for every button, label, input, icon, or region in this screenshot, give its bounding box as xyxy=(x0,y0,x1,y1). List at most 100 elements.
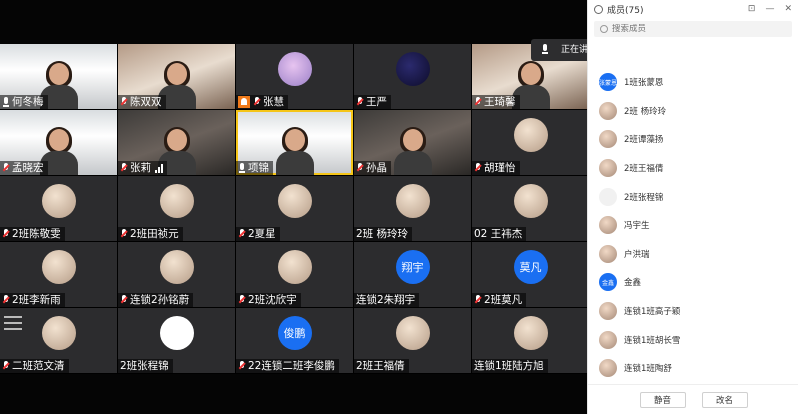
members-icon xyxy=(594,4,603,14)
participant-tile[interactable]: 连锁1班陆方旭 xyxy=(472,308,589,373)
participant-tile[interactable]: 2班李新雨 xyxy=(0,242,117,307)
participant-tile[interactable]: 2夏星 xyxy=(236,176,353,241)
member-name: 连锁1班高子颖 xyxy=(624,307,681,318)
participant-nametag: 王琦馨 xyxy=(472,95,520,109)
member-list-item[interactable]: 户洪瑞 xyxy=(588,240,798,269)
participant-nametag: 孙晶 xyxy=(354,161,391,175)
participant-tile[interactable]: 孙晶 xyxy=(354,110,471,175)
member-list-item[interactable]: 金鑫 金鑫 xyxy=(588,268,798,297)
participant-nametag: 2班李新雨 xyxy=(0,293,65,307)
participant-tile[interactable]: 陈双双 xyxy=(118,44,235,109)
microphone-muted-icon xyxy=(2,360,11,372)
participant-nametag: 王严 xyxy=(354,95,391,109)
member-name: 金鑫 xyxy=(624,278,642,289)
participant-avatar xyxy=(395,52,430,86)
participant-nametag: 2夏星 xyxy=(236,227,280,241)
participant-video xyxy=(393,127,432,175)
member-list-item[interactable]: 连锁1班高子颖 xyxy=(588,297,798,326)
rename-button[interactable]: 改名 xyxy=(701,391,748,408)
participant-nametag: 陈双双 xyxy=(118,95,166,109)
microphone-muted-icon xyxy=(238,228,247,240)
participant-tile[interactable]: 莫凡 2班莫凡 xyxy=(472,242,589,307)
participant-nametag: 张慧 xyxy=(236,95,288,109)
participant-name: 2班田祯元 xyxy=(130,228,179,240)
microphone-muted-icon xyxy=(356,162,365,174)
participant-tile[interactable]: 2班王福倩 xyxy=(354,308,471,373)
participant-tile[interactable]: 胡瑾怡 xyxy=(472,110,589,175)
participant-nametag: 项锦 xyxy=(236,161,273,175)
member-search-input[interactable] xyxy=(612,24,762,34)
participant-avatar xyxy=(159,184,194,218)
participant-tile[interactable]: 二班范文清 xyxy=(0,308,117,373)
search-icon xyxy=(600,25,608,33)
participant-avatar xyxy=(513,118,548,152)
member-list-item[interactable]: 2班 杨玲玲 xyxy=(588,97,798,126)
participant-tile[interactable]: 2班田祯元 xyxy=(118,176,235,241)
participant-tile[interactable]: 何冬梅 xyxy=(0,44,117,109)
participant-nametag: 2班王福倩 xyxy=(354,359,409,373)
participant-tile[interactable]: 连锁2孙铭蔚 xyxy=(118,242,235,307)
participant-avatar xyxy=(159,316,194,350)
participant-name: 张莉 xyxy=(130,162,151,174)
member-name: 2班 杨玲玲 xyxy=(624,106,667,117)
close-icon[interactable]: ✕ xyxy=(784,4,792,14)
participant-tile[interactable]: 2班 杨玲玲 xyxy=(354,176,471,241)
participant-tile[interactable]: 翔宇连锁2朱翔宇 xyxy=(354,242,471,307)
video-stage: 何冬梅 陈双双 张慧 王严 王琦馨孟晓宏 张莉 项锦 孙晶 胡瑾怡 2班陈敬雯 2班田祯元 2夏星 2班… xyxy=(0,0,589,414)
participant-nametag: 2班 杨玲玲 xyxy=(354,227,413,241)
participant-nametag: 何冬梅 xyxy=(0,95,48,109)
participant-tile[interactable]: 俊鹏 22连锁二班李俊鹏 xyxy=(236,308,353,373)
participant-avatar xyxy=(277,184,312,218)
member-list-item[interactable]: 2班张程锦 xyxy=(588,182,798,211)
participant-name: 孟晓宏 xyxy=(12,162,44,174)
popout-icon[interactable]: ⊡ xyxy=(748,4,756,14)
participant-tile[interactable]: 孟晓宏 xyxy=(0,110,117,175)
menu-icon[interactable] xyxy=(4,316,22,330)
member-name: 户洪瑞 xyxy=(624,249,650,260)
participant-name: 胡瑾怡 xyxy=(484,162,516,174)
mute-all-button[interactable]: 静音 xyxy=(639,391,686,408)
participant-tile[interactable]: 2班沈欣宇 xyxy=(236,242,353,307)
participant-nametag: 二班范文清 xyxy=(0,359,69,373)
member-list-item[interactable]: 连锁1班胡长雪 xyxy=(588,325,798,354)
participant-tile[interactable]: 2班张程锦 xyxy=(118,308,235,373)
member-list-item[interactable]: 冯宇生 xyxy=(588,211,798,240)
participant-avatar: 莫凡 xyxy=(513,250,548,284)
participant-avatar xyxy=(513,316,548,350)
participant-tile[interactable]: 项锦 xyxy=(236,110,353,175)
participant-nametag: 胡瑾怡 xyxy=(472,161,520,175)
participant-name: 孙晶 xyxy=(366,162,387,174)
participant-tile[interactable]: 张慧 xyxy=(236,44,353,109)
minimize-icon[interactable]: — xyxy=(765,4,774,14)
member-list-item[interactable]: 2班王福倩 xyxy=(588,154,798,183)
member-list-item[interactable]: 连锁1班陶舒 xyxy=(588,354,798,383)
member-avatar xyxy=(599,244,617,263)
participant-name: 2班沈欣宇 xyxy=(248,294,297,306)
member-list-item[interactable]: 张蒙恩 1班张蒙恩 xyxy=(588,68,798,97)
participant-nametag: 22连锁二班李俊鹏 xyxy=(236,359,339,373)
participant-avatar xyxy=(159,250,194,284)
participant-avatar: 翔宇 xyxy=(395,250,430,284)
signal-strength-icon xyxy=(155,163,163,173)
member-name: 1班张蒙恩 xyxy=(624,78,664,89)
member-name: 连锁1班胡长雪 xyxy=(624,335,681,346)
member-avatar: 张蒙恩 xyxy=(599,73,617,92)
participant-tile[interactable]: 2班陈敬雯 xyxy=(0,176,117,241)
member-name: 2班谭藻扬 xyxy=(624,135,664,146)
host-icon xyxy=(238,96,250,108)
participant-nametag: 2班沈欣宇 xyxy=(236,293,301,307)
participant-name: 2班李新雨 xyxy=(12,294,61,306)
participant-name: 连锁2朱翔宇 xyxy=(356,294,416,306)
members-panel-header: 成员(75) ⊡ — ✕ xyxy=(588,0,798,18)
participant-avatar xyxy=(395,316,430,350)
participant-tile[interactable]: 02 王祎杰 xyxy=(472,176,589,241)
participant-name: 2夏星 xyxy=(248,228,276,240)
member-list-item[interactable]: 2班谭藻扬 xyxy=(588,125,798,154)
member-search[interactable] xyxy=(594,21,792,37)
participant-avatar xyxy=(277,52,312,86)
participant-tile[interactable]: 王严 xyxy=(354,44,471,109)
participant-avatar xyxy=(395,184,430,218)
participant-name: 22连锁二班李俊鹏 xyxy=(248,360,335,372)
microphone-muted-icon xyxy=(474,96,483,108)
participant-tile[interactable]: 张莉 xyxy=(118,110,235,175)
